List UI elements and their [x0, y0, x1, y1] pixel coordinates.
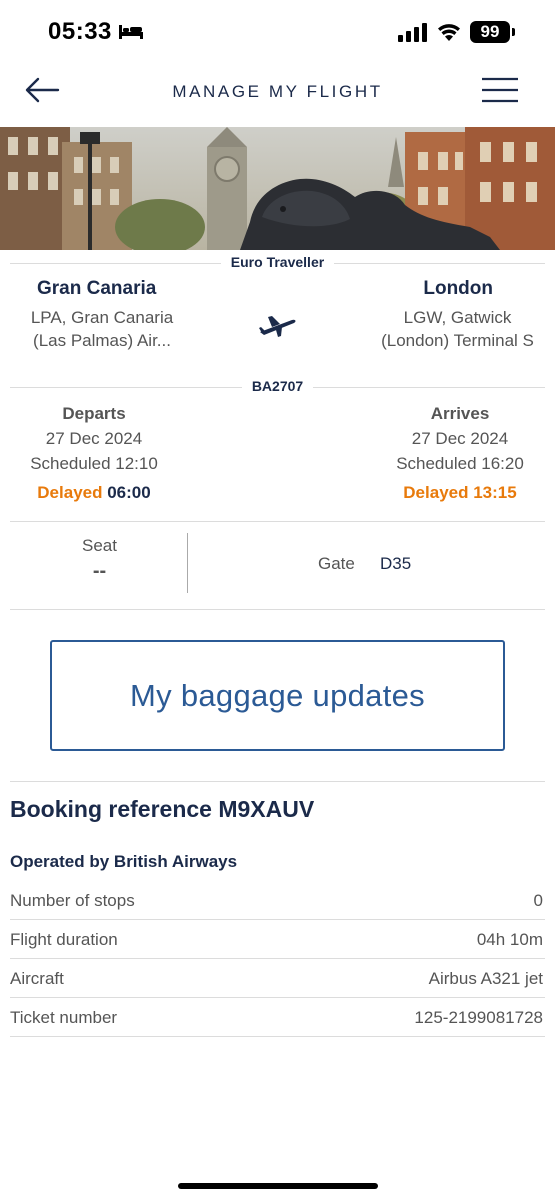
- detail-value: 04h 10m: [476, 930, 543, 949]
- status-time: 05:33: [48, 18, 112, 45]
- divider: [10, 609, 545, 610]
- flight-details-list: Number of stops 0 Flight duration 04h 10…: [10, 881, 545, 1037]
- detail-key: Flight duration: [10, 930, 118, 949]
- seat-label: Seat: [82, 536, 117, 555]
- origin-city: Gran Canaria: [37, 278, 157, 299]
- delay-label: Delayed: [37, 483, 103, 502]
- bed-icon: [119, 25, 143, 39]
- detail-row-duration: Flight duration 04h 10m: [10, 920, 545, 959]
- status-bar: 05:33 99: [0, 0, 555, 62]
- baggage-updates-button[interactable]: My baggage updates: [50, 640, 505, 751]
- home-indicator[interactable]: [178, 1183, 378, 1189]
- delayed-time: 06:00: [107, 483, 151, 502]
- departure-info: Departs 27 Dec 2024 Scheduled 12:10 Dela…: [0, 404, 194, 503]
- detail-value: 125-2199081728: [414, 1008, 543, 1027]
- page-title: MANAGE MY FLIGHT: [172, 82, 383, 101]
- detail-row-aircraft: Aircraft Airbus A321 jet: [10, 959, 545, 998]
- arrives-heading: Arrives: [430, 404, 490, 423]
- gate-label: Gate: [318, 554, 355, 573]
- detail-row-ticket: Ticket number 125-2199081728: [10, 998, 545, 1037]
- divider: [10, 781, 545, 782]
- flight-number-label: BA2707: [241, 378, 314, 394]
- departs-heading: Departs: [62, 404, 126, 423]
- seat-value: --: [92, 560, 107, 582]
- booking-reference: Booking reference M9XAUV: [10, 796, 315, 822]
- detail-key: Aircraft: [10, 969, 64, 988]
- departure-date: 27 Dec 2024: [45, 429, 143, 448]
- arrival-date: 27 Dec 2024: [411, 429, 509, 448]
- destination-city: London: [423, 278, 493, 299]
- departure-delay: Delayed 06:00: [0, 483, 194, 503]
- cabin-class-label: Euro Traveller: [220, 254, 335, 270]
- operated-by: Operated by British Airways: [10, 852, 238, 871]
- cabin-class: Euro Traveller: [0, 254, 555, 272]
- detail-value: Airbus A321 jet: [428, 969, 543, 988]
- hero-image: [0, 127, 555, 250]
- departure-scheduled: Scheduled 12:10: [30, 454, 158, 473]
- detail-key: Number of stops: [10, 891, 135, 910]
- divider: [187, 533, 188, 593]
- arrival-info: Arrives 27 Dec 2024 Scheduled 16:20 Dela…: [360, 404, 555, 503]
- wifi-icon: [438, 24, 460, 41]
- delay-label: Delayed: [403, 483, 469, 502]
- header: MANAGE MY FLIGHT: [0, 62, 555, 126]
- divider: [10, 521, 545, 522]
- flight-number: BA2707: [0, 378, 555, 396]
- hamburger-menu-icon[interactable]: [480, 74, 520, 106]
- airplane-icon: [259, 316, 296, 337]
- origin-airport: LPA, Gran Canaria (Las Palmas) Air...: [30, 308, 174, 350]
- arrival-scheduled: Scheduled 16:20: [396, 454, 524, 473]
- gate-value: D35: [380, 554, 412, 573]
- destination-airport: LGW, Gatwick (London) Terminal S: [381, 308, 534, 350]
- signal-icon: [398, 23, 427, 42]
- battery-level: 99: [480, 22, 500, 41]
- battery-icon: 99: [470, 21, 510, 43]
- detail-row-stops: Number of stops 0: [10, 881, 545, 920]
- delayed-time: 13:15: [473, 483, 517, 502]
- battery-tip: [512, 28, 515, 36]
- detail-value: 0: [533, 891, 543, 910]
- arrival-delay: Delayed 13:15: [360, 483, 555, 503]
- detail-key: Ticket number: [10, 1008, 118, 1027]
